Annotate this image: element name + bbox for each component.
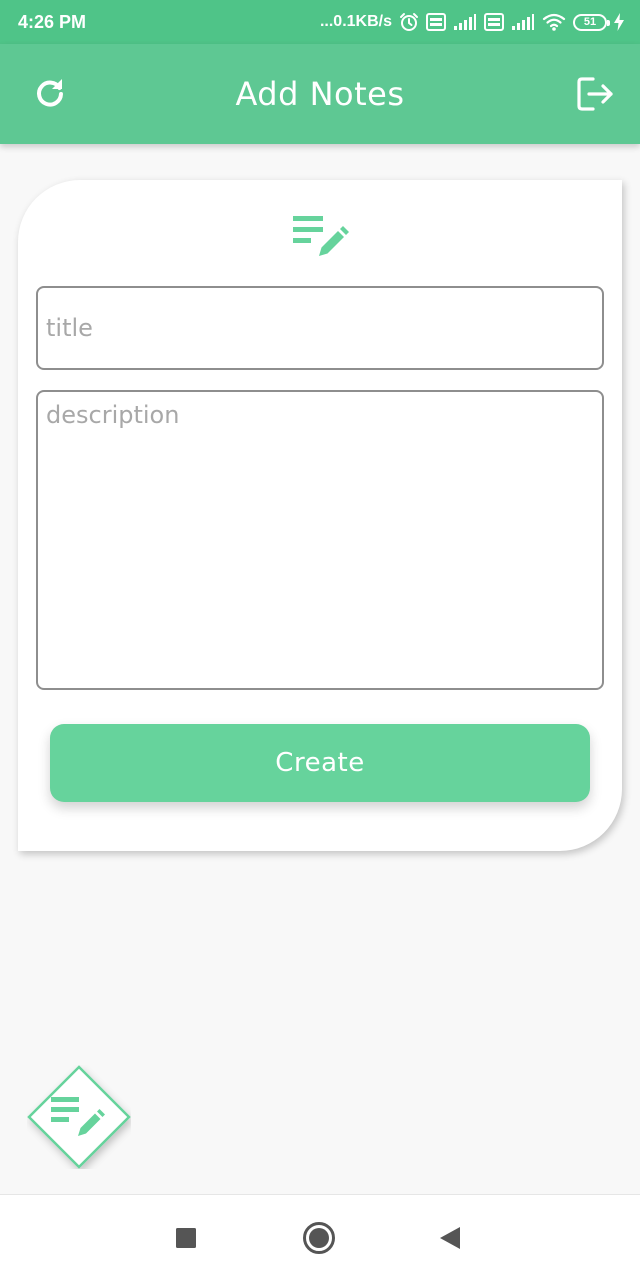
signal-icon (454, 14, 476, 30)
signal-icon (512, 14, 534, 30)
title-input[interactable] (36, 286, 604, 370)
home-icon (303, 1222, 335, 1254)
status-bar: 4:26 PM ...0.1KB/s 51 (0, 0, 640, 44)
back-icon (440, 1227, 460, 1249)
status-time: 4:26 PM (18, 11, 87, 32)
back-button[interactable] (427, 1215, 473, 1261)
page-title: Add Notes (235, 75, 405, 113)
home-button[interactable] (296, 1215, 342, 1261)
fab-shape (27, 1065, 131, 1169)
logout-button[interactable] (574, 74, 618, 114)
status-icons: ...0.1KB/s 51 (320, 12, 624, 32)
note-form-card: Create (18, 180, 622, 851)
alarm-icon (400, 13, 418, 31)
recent-apps-icon (176, 1228, 196, 1248)
volte-icon (484, 13, 504, 31)
charging-icon (614, 13, 624, 31)
system-nav-bar (0, 1194, 640, 1281)
wifi-icon (542, 13, 566, 31)
battery-icon: 51 (573, 13, 610, 31)
battery-level: 51 (583, 16, 597, 28)
description-input[interactable] (36, 390, 604, 690)
create-button[interactable]: Create (50, 724, 590, 802)
logout-icon (577, 77, 613, 111)
add-note-fab[interactable] (27, 1065, 131, 1169)
refresh-button[interactable] (30, 74, 70, 114)
edit-note-icon (293, 216, 349, 256)
network-speed: ...0.1KB/s (319, 13, 392, 30)
refresh-icon (37, 79, 63, 107)
app-bar: Add Notes (0, 44, 640, 144)
volte-icon (426, 13, 446, 31)
recent-apps-button[interactable] (163, 1215, 209, 1261)
